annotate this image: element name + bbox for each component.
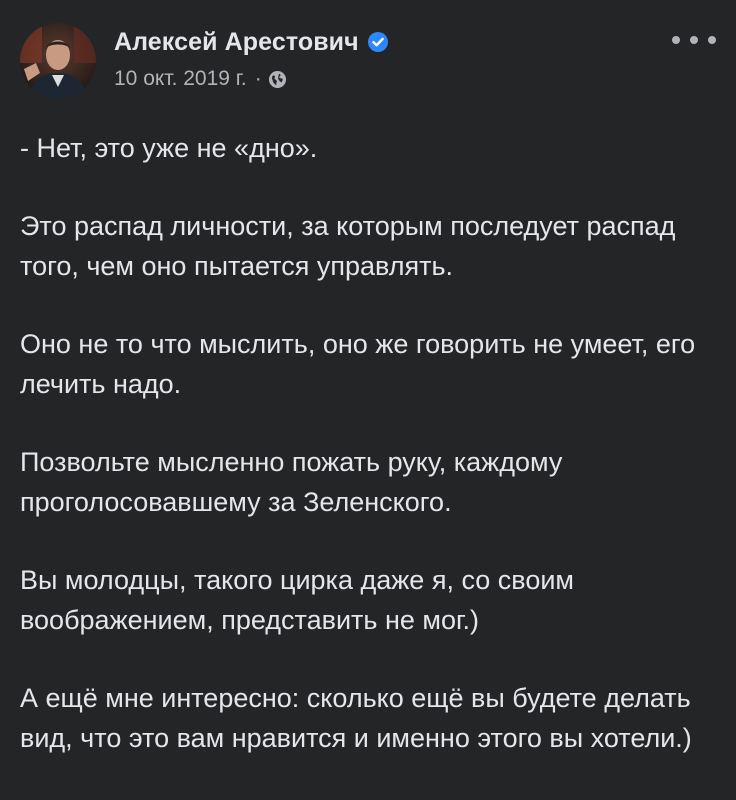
post-paragraph: Оно не то что мыслить, оно же говорить н…: [20, 329, 696, 399]
post-paragraph: А ещё мне интересно: сколько ещё вы буде…: [20, 683, 692, 753]
verified-badge-icon: [367, 31, 389, 53]
more-dot: [708, 36, 716, 44]
author-avatar[interactable]: [20, 23, 96, 99]
more-options-icon[interactable]: [672, 30, 716, 50]
globe-icon: [268, 70, 287, 89]
post-paragraph: Позвольте мысленно пожать руку, каждому …: [20, 447, 563, 517]
more-dot: [672, 36, 680, 44]
post-paragraph: Это распад личности, за которым последуе…: [20, 211, 676, 281]
post-header: Алексей Арестович 10 окт. 2019 г. ·: [20, 20, 716, 99]
post-body: - Нет, это уже не «дно». Это распад личн…: [20, 128, 716, 796]
author-name[interactable]: Алексей Арестович: [114, 28, 359, 57]
post-paragraph: Вы молодцы, такого цирка даже я, со свои…: [20, 565, 574, 635]
post-meta: 10 окт. 2019 г. ·: [114, 64, 287, 94]
author-name-row: Алексей Арестович: [114, 26, 389, 58]
post-paragraph: - Нет, это уже не «дно».: [20, 133, 318, 163]
post-date[interactable]: 10 окт. 2019 г.: [114, 67, 247, 91]
more-dot: [690, 36, 698, 44]
meta-separator: ·: [254, 67, 262, 90]
